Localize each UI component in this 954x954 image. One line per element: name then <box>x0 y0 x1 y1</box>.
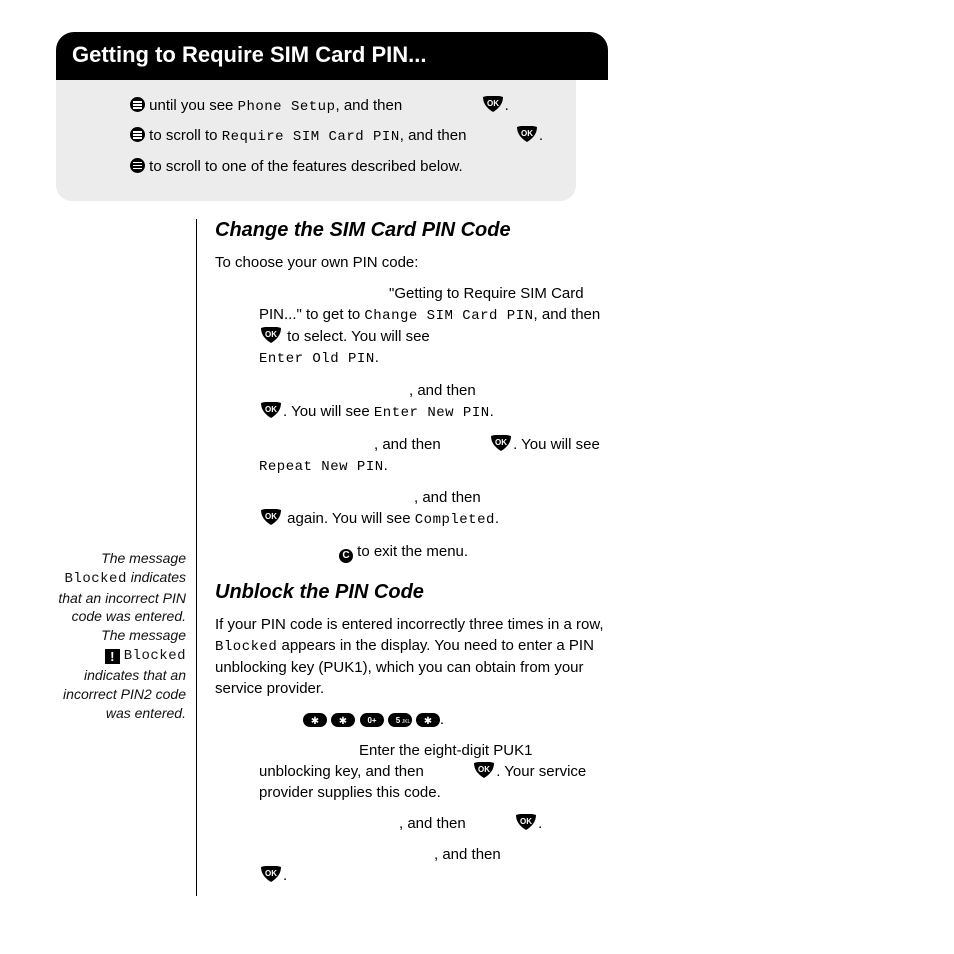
text: , and then <box>335 97 406 114</box>
text: . <box>375 349 379 366</box>
margin-note: The message Blocked indicates that an in… <box>56 549 196 897</box>
step-3: , and then . You will see Repeat New PIN… <box>215 434 605 478</box>
text: to select. You will see <box>283 328 430 345</box>
star-key-icon: ✱ <box>331 713 355 727</box>
text: to scroll to <box>145 127 222 144</box>
text: to scroll to one of the features describ… <box>145 158 463 175</box>
step-4: , and then again. You will see Completed… <box>215 487 605 531</box>
text: . <box>539 127 543 144</box>
page: Getting to Require SIM Card PIN... until… <box>0 0 954 936</box>
lcd-text: Enter New PIN <box>374 405 490 421</box>
step-keys: ✱ ✱ 0+ 5JKL ✱. <box>215 709 605 730</box>
paragraph: If your PIN code is entered incorrectly … <box>215 614 605 700</box>
svg-text:✱: ✱ <box>424 716 432 727</box>
text: , and then <box>400 127 471 144</box>
step-5: C to exit the menu. <box>215 541 605 563</box>
ok-icon <box>259 509 283 526</box>
ok-icon <box>472 762 496 779</box>
section-heading: Change the SIM Card PIN Code <box>215 219 605 242</box>
text: . <box>505 97 509 114</box>
lcd-text: Phone Setup <box>238 99 336 115</box>
text: . <box>440 711 444 728</box>
text: again. You will see <box>283 510 415 527</box>
text: . <box>538 815 542 832</box>
text: , and then <box>534 306 601 323</box>
five-key-icon: 5JKL <box>388 713 412 727</box>
menu-icon <box>130 127 145 142</box>
text: , and then <box>414 489 481 506</box>
note-text: indicates that an incorrect PIN2 code wa… <box>63 667 186 721</box>
lcd-text: Blocked <box>124 648 186 664</box>
text: until you see <box>145 97 238 114</box>
text: . You will see <box>283 403 374 420</box>
lcd-text: Blocked <box>215 639 277 655</box>
ok-icon <box>259 327 283 344</box>
lcd-text: Change SIM Card PIN <box>364 308 533 324</box>
text: . <box>283 867 287 884</box>
main-column: Change the SIM Card PIN Code To choose y… <box>196 219 605 897</box>
ok-icon <box>259 866 283 883</box>
menu-icon <box>130 158 145 173</box>
text: If your PIN code is entered incorrectly … <box>215 616 604 633</box>
text: , and then <box>399 815 470 832</box>
lcd-text: Require SIM Card PIN <box>222 129 400 145</box>
c-icon: C <box>339 549 353 563</box>
svg-text:JKL: JKL <box>401 719 410 725</box>
ok-icon <box>489 435 513 452</box>
intro-text: To choose your own PIN code: <box>215 252 605 273</box>
instr-line-1: until you see Phone Setup, and then . <box>130 94 560 118</box>
text: . <box>384 457 388 474</box>
step-1: "Getting to Require SIM Card PIN..." to … <box>215 283 605 370</box>
text: , and then <box>374 436 445 453</box>
instr-line-3: to scroll to one of the features describ… <box>130 155 560 179</box>
section-heading: Unblock the PIN Code <box>215 581 605 604</box>
ok-icon <box>514 814 538 831</box>
svg-text:✱: ✱ <box>311 716 319 727</box>
ok-icon <box>481 96 505 113</box>
text: , and then <box>409 382 476 399</box>
content-row: The message Blocked indicates that an in… <box>56 219 914 897</box>
text: . <box>490 403 494 420</box>
step-2: , and then . You will see Enter New PIN. <box>215 380 605 424</box>
text: , and then <box>434 846 501 863</box>
ok-icon <box>515 126 539 143</box>
instr-line-2: to scroll to Require SIM Card PIN, and t… <box>130 124 560 148</box>
instruction-box: until you see Phone Setup, and then . to… <box>56 80 576 201</box>
note-text: The message <box>101 550 186 566</box>
lcd-text: Repeat New PIN <box>259 459 384 475</box>
ok-icon <box>259 402 283 419</box>
lcd-text: Blocked <box>65 571 127 587</box>
star-key-icon: ✱ <box>303 713 327 727</box>
zero-key-icon: 0+ <box>360 713 384 727</box>
exclamation-icon: ! <box>105 649 120 664</box>
text: . <box>495 510 499 527</box>
text: to exit the menu. <box>353 543 468 560</box>
text: . You will see <box>513 436 600 453</box>
menu-icon <box>130 97 145 112</box>
lcd-text: Completed <box>415 512 495 528</box>
lcd-text: Enter Old PIN <box>259 351 375 367</box>
svg-text:0+: 0+ <box>367 716 376 725</box>
step-repeat: , and then . <box>215 844 605 886</box>
page-title: Getting to Require SIM Card PIN... <box>56 32 608 80</box>
step-newpin: , and then . <box>215 813 605 834</box>
svg-text:✱: ✱ <box>339 716 347 727</box>
svg-text:5: 5 <box>395 716 400 725</box>
step-puk: Enter the eight-digit PUK1 unblocking ke… <box>215 740 605 803</box>
star-key-icon: ✱ <box>416 713 440 727</box>
